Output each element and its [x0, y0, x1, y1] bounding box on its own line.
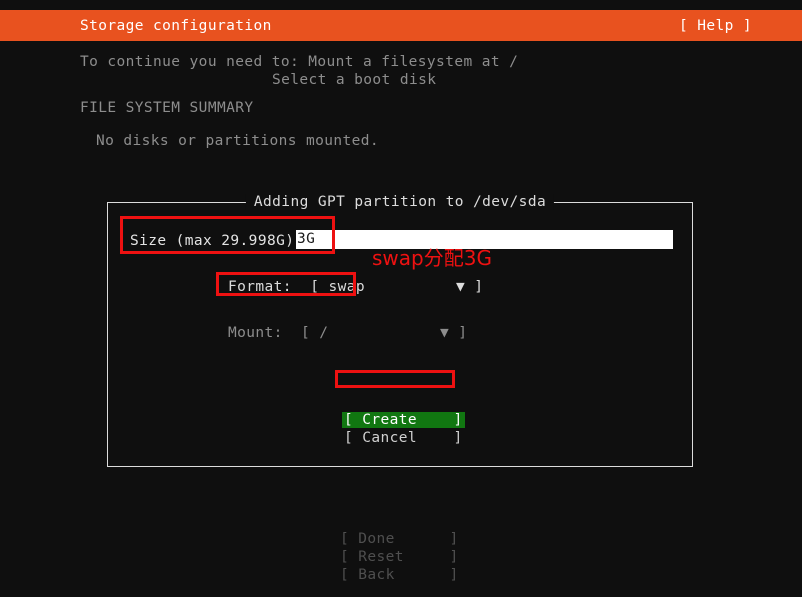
page-title: Storage configuration — [80, 18, 272, 34]
continue-requirement-line-2: Select a boot disk — [272, 72, 436, 88]
mount-select[interactable]: Mount: [ / — [228, 325, 328, 341]
dialog-title: Adding GPT partition to /dev/sda — [246, 194, 554, 210]
reset-button[interactable]: [ Reset ] — [340, 548, 459, 566]
mount-select-label: Mount: — [228, 325, 283, 341]
format-select-value: [ swap — [310, 279, 365, 295]
annotation-note: swap分配3G — [372, 242, 492, 271]
title-bar: Storage configuration [ Help ] — [0, 10, 802, 41]
back-button[interactable]: [ Back ] — [340, 566, 459, 584]
format-select-label: Format: — [228, 279, 292, 295]
size-input-value: 3G — [296, 230, 315, 249]
size-field-label: Size (max 29.998G): — [130, 233, 303, 249]
cancel-button[interactable]: [ Cancel ] — [342, 430, 465, 446]
create-button[interactable]: [ Create ] — [342, 412, 465, 428]
chevron-down-icon-format[interactable]: ▼ ] — [456, 279, 483, 295]
mount-select-value: [ / — [301, 325, 328, 341]
continue-requirement-line-1: To continue you need to: Mount a filesys… — [80, 54, 518, 70]
chevron-down-icon-mount[interactable]: ▼ ] — [440, 325, 467, 341]
help-button[interactable]: [ Help ] — [679, 18, 752, 34]
footer-actions: [ Done ] [ Reset ] [ Back ] — [340, 530, 459, 584]
format-select[interactable]: Format: [ swap — [228, 279, 365, 295]
main-screen: To continue you need to: Mount a filesys… — [0, 41, 802, 597]
done-button[interactable]: [ Done ] — [340, 530, 459, 548]
file-system-summary-heading: FILE SYSTEM SUMMARY — [80, 100, 253, 116]
file-system-summary-text: No disks or partitions mounted. — [96, 133, 379, 149]
